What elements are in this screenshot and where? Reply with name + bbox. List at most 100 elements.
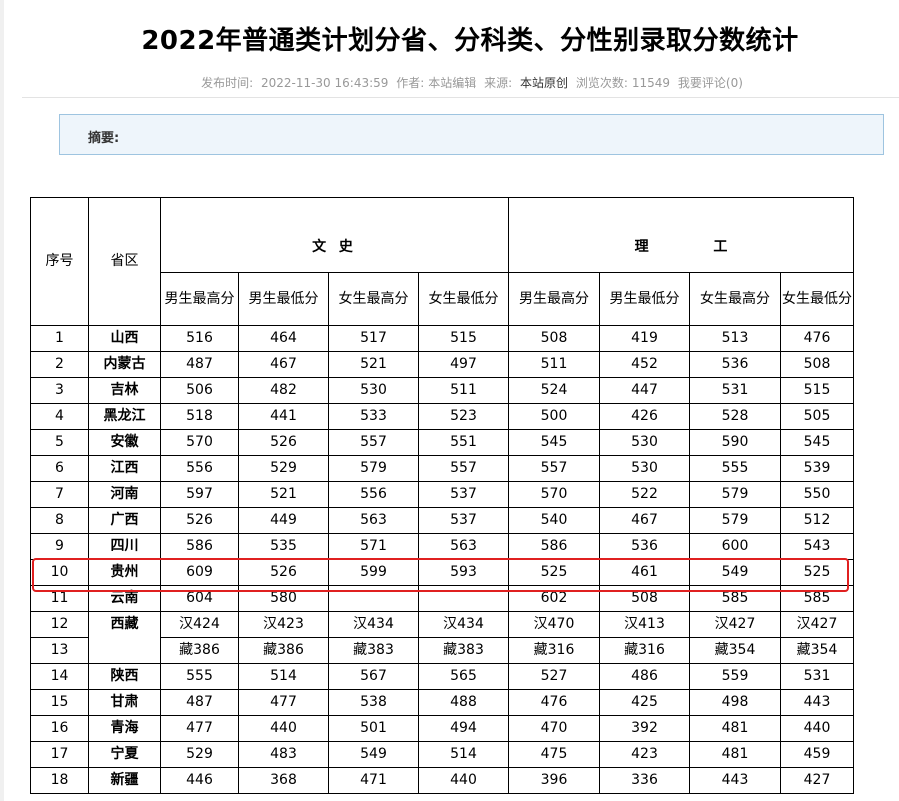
score-cell: 336 xyxy=(599,767,690,794)
score-cell xyxy=(418,585,509,612)
row-province: 山西 xyxy=(88,325,161,352)
score-cell: 498 xyxy=(689,689,781,716)
row-index: 16 xyxy=(30,715,89,742)
score-cell: 599 xyxy=(328,559,419,586)
score-cell: 汉434 xyxy=(328,611,419,638)
score-cell: 423 xyxy=(599,741,690,768)
row-province: 黑龙江 xyxy=(88,403,161,430)
score-cell: 549 xyxy=(328,741,419,768)
header-ligong-female-max: 女生最高分 xyxy=(689,272,781,326)
score-cell: 538 xyxy=(328,689,419,716)
publish-time: 2022-11-30 16:43:59 xyxy=(260,76,389,90)
table-row: 16 青海 477 440 501 494 470 392 481 440 xyxy=(30,715,854,742)
table-row: 15 甘肃 487 477 538 488 476 425 498 443 xyxy=(30,689,854,716)
score-cell: 藏316 xyxy=(599,637,690,664)
score-cell: 452 xyxy=(599,351,690,378)
table-row: 4 黑龙江 518 441 533 523 500 426 528 505 xyxy=(30,403,854,430)
score-cell: 藏383 xyxy=(418,637,509,664)
table-row: 12 西藏 汉424 汉423 汉434 汉434 汉470 汉413 汉427 汉427 xyxy=(30,611,854,664)
score-cell: 557 xyxy=(418,455,509,482)
score-cell: 531 xyxy=(689,377,781,404)
row-province: 江西 xyxy=(88,455,161,482)
score-cell: 521 xyxy=(238,481,329,508)
score-cell: 549 xyxy=(689,559,781,586)
score-cell: 497 xyxy=(418,351,509,378)
left-edge-shade xyxy=(0,0,4,801)
score-cell: 汉470 xyxy=(508,611,600,638)
score-cell: 563 xyxy=(328,507,419,534)
score-cell: 524 xyxy=(508,377,600,404)
score-cell: 506 xyxy=(160,377,239,404)
score-cell: 557 xyxy=(508,455,600,482)
score-cell: 540 xyxy=(508,507,600,534)
score-cell: 559 xyxy=(689,663,781,690)
score-cell: 521 xyxy=(328,351,419,378)
score-cell: 536 xyxy=(599,533,690,560)
article-title: 2022年普通类计划分省、分科类、分性别录取分数统计 xyxy=(141,26,799,56)
score-cell: 525 xyxy=(780,559,854,586)
row-index: 18 xyxy=(30,767,89,794)
score-cell: 565 xyxy=(418,663,509,690)
row-province: 内蒙古 xyxy=(88,351,161,378)
row-index: 10 xyxy=(30,559,89,586)
score-cell: 513 xyxy=(689,325,781,352)
score-cell: 511 xyxy=(508,351,600,378)
score-cell: 590 xyxy=(689,429,781,456)
score-cell: 488 xyxy=(418,689,509,716)
row-index: 12 xyxy=(30,611,89,638)
row-province: 河南 xyxy=(88,481,161,508)
table-row: 6 江西 556 529 579 557 557 530 555 539 xyxy=(30,455,854,482)
score-cell: 602 xyxy=(508,585,600,612)
table-row: 9 四川 586 535 571 563 586 536 600 543 xyxy=(30,533,854,560)
score-cell: 459 xyxy=(780,741,854,768)
score-cell: 514 xyxy=(418,741,509,768)
score-cell: 501 xyxy=(328,715,419,742)
score-cell: 586 xyxy=(160,533,239,560)
table-row: 17 宁夏 529 483 549 514 475 423 481 459 xyxy=(30,741,854,768)
score-cell: 藏316 xyxy=(508,637,600,664)
summary-label: 摘要: xyxy=(88,131,120,146)
meta-divider xyxy=(22,97,899,98)
score-cell: 528 xyxy=(689,403,781,430)
score-cell: 441 xyxy=(238,403,329,430)
table-row: 7 河南 597 521 556 537 570 522 579 550 xyxy=(30,481,854,508)
score-cell: 530 xyxy=(328,377,419,404)
score-cell: 523 xyxy=(418,403,509,430)
header-wenshi-male-max: 男生最高分 xyxy=(160,272,239,326)
score-cell: 531 xyxy=(780,663,854,690)
score-cell: 467 xyxy=(238,351,329,378)
header-ligong-male-min: 男生最低分 xyxy=(599,272,690,326)
row-index: 11 xyxy=(30,585,89,612)
score-cell: 556 xyxy=(160,455,239,482)
comment-link[interactable]: 我要评论(0) xyxy=(678,76,743,90)
row-index: 2 xyxy=(30,351,89,378)
score-cell: 579 xyxy=(689,481,781,508)
score-cell: 440 xyxy=(780,715,854,742)
score-cell: 396 xyxy=(508,767,600,794)
header-group-ligong: 理 工 xyxy=(508,197,854,273)
score-cell: 600 xyxy=(689,533,781,560)
score-cell: 508 xyxy=(508,325,600,352)
score-cell: 516 xyxy=(160,325,239,352)
table-row: 1 山西 516 464 517 515 508 419 513 476 xyxy=(30,325,854,352)
author-label: 作者: xyxy=(396,76,425,90)
score-cell: 471 xyxy=(328,767,419,794)
header-ligong-female-min: 女生最低分 xyxy=(780,272,854,326)
score-cell: 482 xyxy=(238,377,329,404)
score-cell: 515 xyxy=(418,325,509,352)
score-cell: 533 xyxy=(328,403,419,430)
score-cell: 571 xyxy=(328,533,419,560)
score-cell: 汉434 xyxy=(418,611,509,638)
score-cell: 527 xyxy=(508,663,600,690)
score-cell: 579 xyxy=(328,455,419,482)
header-wenshi-female-min: 女生最低分 xyxy=(418,272,509,326)
score-cell: 535 xyxy=(238,533,329,560)
score-cell: 556 xyxy=(328,481,419,508)
score-cell: 511 xyxy=(418,377,509,404)
score-cell: 555 xyxy=(160,663,239,690)
score-cell: 570 xyxy=(160,429,239,456)
row-index: 13 xyxy=(30,637,89,664)
row-index: 4 xyxy=(30,403,89,430)
score-cell: 藏383 xyxy=(328,637,419,664)
row-index: 15 xyxy=(30,689,89,716)
